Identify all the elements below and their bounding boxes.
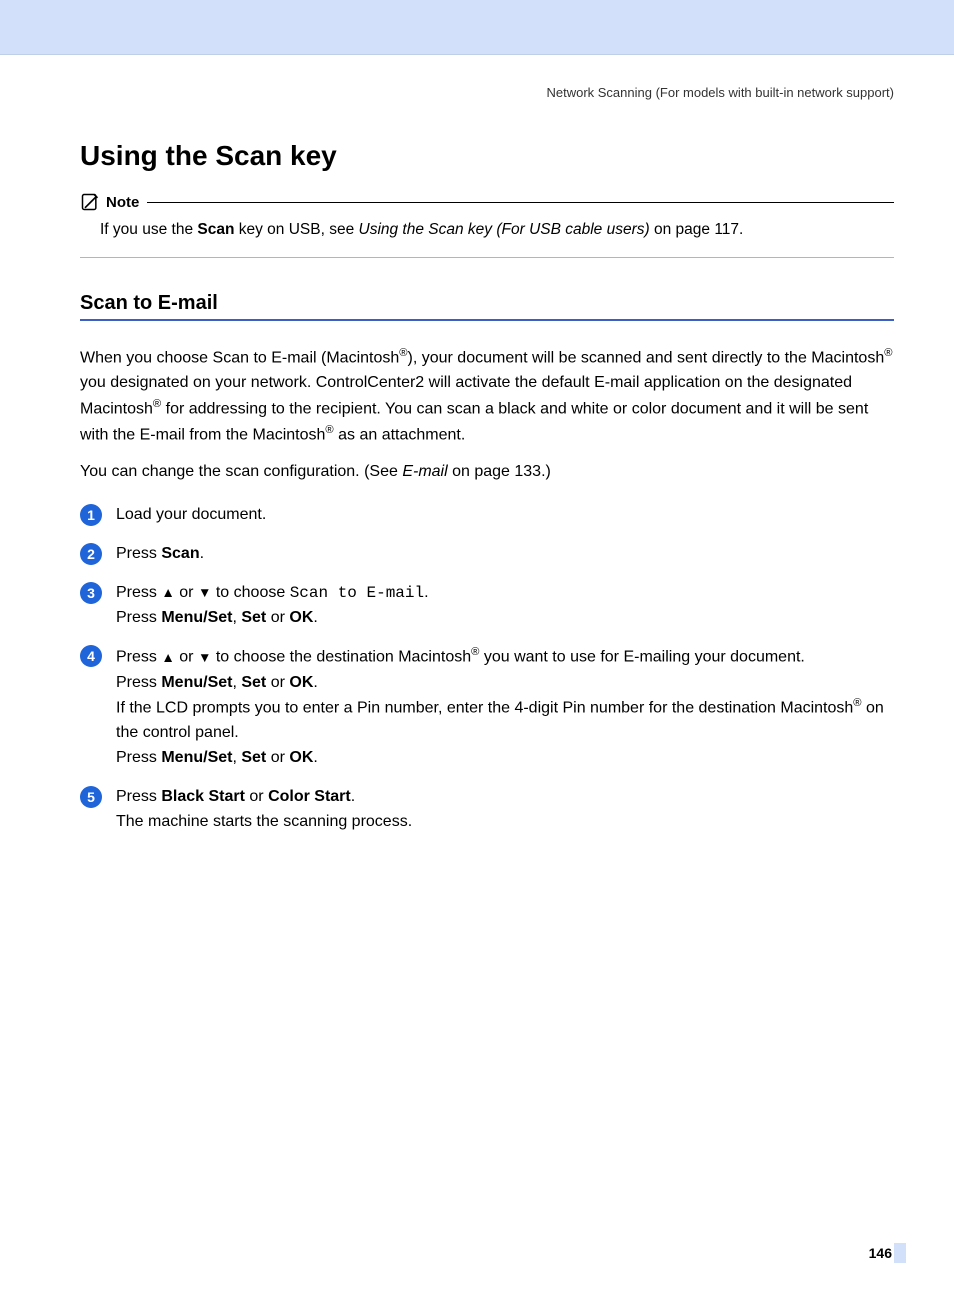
paragraph-1: When you choose Scan to E-mail (Macintos… bbox=[80, 345, 894, 448]
page-number: 146 bbox=[869, 1245, 892, 1261]
step-3: 3 Press ▲ or ▼ to choose Scan to E-mail.… bbox=[80, 581, 894, 631]
note-text: If you use the Scan key on USB, see Usin… bbox=[80, 212, 894, 251]
step-number-icon: 3 bbox=[80, 582, 102, 604]
down-arrow-icon: ▼ bbox=[198, 582, 211, 603]
ordered-steps: 1 Load your document. 2 Press Scan. 3 Pr… bbox=[80, 503, 894, 834]
step-4: 4 Press ▲ or ▼ to choose the destination… bbox=[80, 644, 894, 771]
top-banner bbox=[0, 0, 954, 55]
up-arrow-icon: ▲ bbox=[161, 647, 174, 668]
step-number-icon: 5 bbox=[80, 786, 102, 808]
paragraph-2: You can change the scan configuration. (… bbox=[80, 460, 894, 485]
up-arrow-icon: ▲ bbox=[161, 582, 174, 603]
step-5: 5 Press Black Start or Color Start. The … bbox=[80, 785, 894, 835]
note-label: Note bbox=[106, 194, 139, 211]
step-number-icon: 4 bbox=[80, 645, 102, 667]
step-2: 2 Press Scan. bbox=[80, 542, 894, 567]
note-block: Note If you use the Scan key on USB, see… bbox=[80, 192, 894, 258]
page-title: Using the Scan key bbox=[80, 140, 894, 172]
step-number-icon: 1 bbox=[80, 504, 102, 526]
page-content: Network Scanning (For models with built-… bbox=[0, 55, 954, 1309]
note-rule bbox=[147, 202, 894, 203]
page-tab-marker bbox=[894, 1243, 906, 1263]
section-heading: Scan to E-mail bbox=[80, 292, 894, 321]
running-header: Network Scanning (For models with built-… bbox=[80, 85, 894, 100]
down-arrow-icon: ▼ bbox=[198, 647, 211, 668]
step-1-text: Load your document. bbox=[116, 503, 266, 528]
step-5-text: Press Black Start or Color Start. The ma… bbox=[116, 785, 412, 835]
step-3-text: Press ▲ or ▼ to choose Scan to E-mail. P… bbox=[116, 581, 429, 631]
step-number-icon: 2 bbox=[80, 543, 102, 565]
note-bottom-rule bbox=[80, 257, 894, 258]
step-2-text: Press Scan. bbox=[116, 542, 204, 567]
step-4-text: Press ▲ or ▼ to choose the destination M… bbox=[116, 644, 894, 771]
step-1: 1 Load your document. bbox=[80, 503, 894, 528]
note-icon bbox=[80, 192, 100, 212]
